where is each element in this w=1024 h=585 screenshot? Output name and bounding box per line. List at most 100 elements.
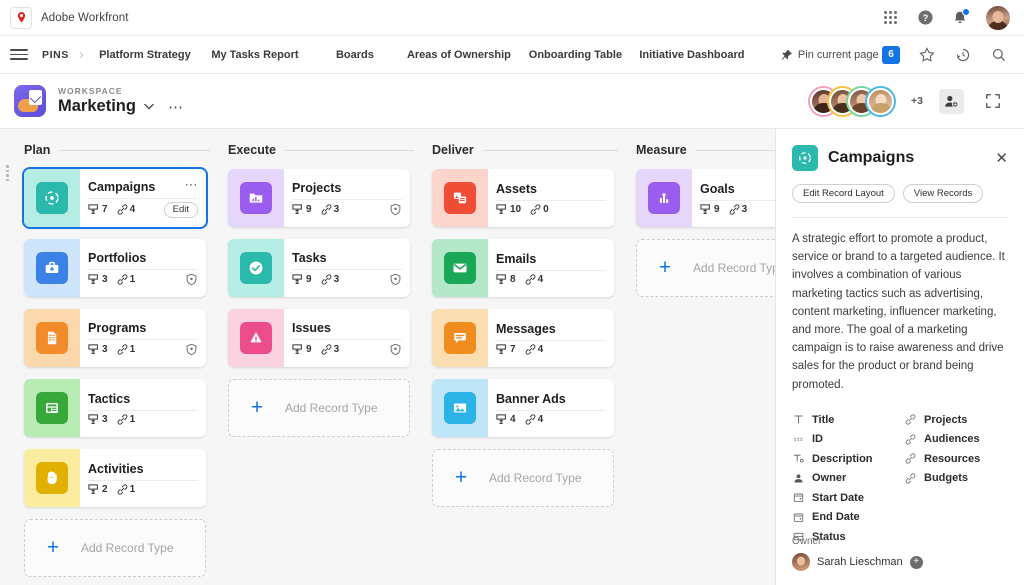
card-drag-handle[interactable]	[6, 165, 9, 181]
add-record-type-button[interactable]: + Add Record Type	[228, 379, 410, 437]
field-resources[interactable]: Resources	[904, 449, 1008, 469]
svg-text:?: ?	[922, 13, 928, 23]
owner-avatar[interactable]	[792, 553, 810, 571]
help-icon[interactable]: ?	[916, 9, 934, 27]
check-circle-icon	[240, 252, 272, 284]
record-type-card-campaigns[interactable]: Campaigns ⋯ 7 4 Edit	[24, 169, 206, 227]
chevron-down-icon[interactable]	[144, 103, 154, 110]
add-owner-icon[interactable]: +	[910, 556, 923, 569]
close-icon[interactable]: ✕	[995, 151, 1008, 166]
column-rule	[285, 150, 414, 151]
record-type-card-programs[interactable]: Programs 3 1	[24, 309, 206, 367]
search-icon[interactable]	[990, 46, 1008, 64]
card-more-icon[interactable]: ⋯	[181, 180, 199, 190]
record-type-card-tactics[interactable]: Tactics 3 1	[24, 379, 206, 437]
field-budgets[interactable]: Budgets	[904, 468, 1008, 488]
record-type-card-banner-ads[interactable]: Banner Ads 4 4	[432, 379, 614, 437]
link-count: 1	[117, 414, 136, 425]
card-separator	[496, 200, 606, 201]
add-record-type-label: Add Record Type	[285, 401, 378, 415]
record-type-card-activities[interactable]: Activities 2 1	[24, 449, 206, 507]
card-meta: 4 4	[496, 414, 606, 425]
pin-item-my-tasks-report[interactable]: My Tasks Report	[200, 49, 310, 61]
avatar[interactable]	[867, 88, 894, 115]
field-end-date[interactable]: End Date	[792, 507, 896, 527]
pins-label: PINS	[42, 49, 69, 61]
field-description[interactable]: Description	[792, 449, 896, 469]
edit-button[interactable]: Edit	[164, 202, 198, 218]
card-tint	[432, 379, 488, 437]
card-tint	[228, 309, 284, 367]
pin-current-page-label: Pin current page	[798, 49, 879, 61]
user-avatar[interactable]	[986, 6, 1010, 30]
records-icon	[496, 344, 508, 355]
card-title: Assets	[496, 182, 606, 196]
record-type-card-tasks[interactable]: Tasks 9 3	[228, 239, 410, 297]
field-owner[interactable]: Owner	[792, 468, 896, 488]
hamburger-menu-icon[interactable]	[10, 49, 28, 60]
pin-item-boards[interactable]: Boards	[310, 49, 400, 61]
field-projects[interactable]: Projects	[904, 410, 1008, 430]
workspace-icon	[14, 85, 46, 117]
plus-icon: +	[229, 396, 285, 420]
app-grid-icon[interactable]	[881, 9, 899, 27]
field-start-date[interactable]: Start Date	[792, 488, 896, 508]
pin-item-areas-of-ownership[interactable]: Areas of Ownership	[400, 49, 518, 61]
card-meta: 3 1	[88, 273, 198, 286]
pin-item-initiative-dashboard[interactable]: Initiative Dashboard	[633, 49, 751, 61]
record-type-card-messages[interactable]: Messages 7 4	[432, 309, 614, 367]
pin-item-onboarding-table[interactable]: Onboarding Table	[518, 49, 633, 61]
link-count: 3	[729, 204, 748, 215]
pin-icon	[781, 49, 793, 61]
notifications-bell-icon[interactable]	[951, 9, 969, 27]
shield-icon	[389, 343, 402, 356]
envelope-icon	[444, 252, 476, 284]
link-count: 1	[117, 484, 136, 495]
app-root: Adobe Workfront ? PINS › Platform Strate…	[0, 0, 1024, 585]
fullscreen-icon[interactable]	[982, 90, 1004, 112]
card-title: Projects	[292, 181, 402, 195]
card-body: Banner Ads 4 4	[488, 379, 614, 437]
record-type-card-portfolios[interactable]: Portfolios 3 1	[24, 239, 206, 297]
link-count: 4	[525, 344, 544, 355]
pin-current-page-button[interactable]: Pin current page	[781, 49, 879, 61]
record-count: 7	[496, 344, 516, 355]
field-title[interactable]: Title	[792, 410, 896, 430]
card-body: Projects 9 3	[284, 169, 410, 227]
record-type-card-issues[interactable]: Issues 9 3	[228, 309, 410, 367]
panel-divider	[792, 217, 1008, 218]
add-record-type-button[interactable]: + Add Record Type	[432, 449, 614, 507]
view-records-button[interactable]: View Records	[903, 184, 983, 203]
column-title: Measure	[636, 143, 687, 157]
card-meta: 10 0	[496, 204, 606, 215]
plus-icon: +	[25, 536, 81, 560]
card-separator	[292, 339, 402, 340]
link-count: 4	[117, 204, 136, 215]
record-type-card-assets[interactable]: Assets 10 0	[432, 169, 614, 227]
field-label: ID	[812, 433, 823, 445]
record-count: 3	[88, 274, 108, 285]
field-audiences[interactable]: Audiences	[904, 429, 1008, 449]
add-record-type-button[interactable]: + Add Record Type	[24, 519, 206, 577]
card-title: Tasks	[292, 251, 402, 265]
field-id[interactable]: ID	[792, 429, 896, 449]
recents-clock-icon[interactable]	[954, 46, 972, 64]
pin-item-platform-strategy[interactable]: Platform Strategy	[90, 49, 200, 61]
card-meta: 9 3	[292, 343, 402, 356]
column-rule	[483, 150, 618, 151]
records-icon	[292, 344, 304, 355]
column-title: Plan	[24, 143, 50, 157]
edit-record-layout-button[interactable]: Edit Record Layout	[792, 184, 895, 203]
record-count: 4	[496, 414, 516, 425]
favorites-star-icon[interactable]	[918, 46, 936, 64]
record-type-card-projects[interactable]: Projects 9 3	[228, 169, 410, 227]
workspace-more-icon[interactable]: ⋯	[168, 98, 184, 116]
record-type-card-emails[interactable]: Emails 8 4	[432, 239, 614, 297]
record-type-detail-panel: Campaigns ✕ Edit Record Layout View Reco…	[775, 129, 1024, 585]
add-user-icon[interactable]	[939, 89, 964, 114]
card-tint	[24, 169, 80, 227]
pin-bar: PINS › Platform Strategy My Tasks Report…	[0, 36, 1024, 74]
pinned-count-badge[interactable]: 6	[882, 46, 900, 64]
field-label: Projects	[924, 414, 967, 426]
pin-items: Platform Strategy My Tasks Report Boards…	[90, 49, 751, 61]
